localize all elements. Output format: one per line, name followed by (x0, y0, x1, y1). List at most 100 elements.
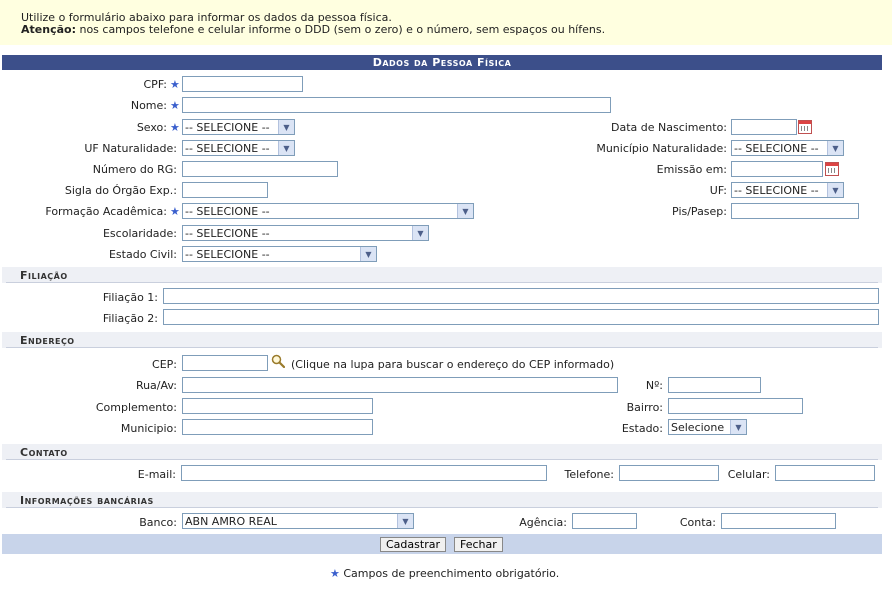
escolaridade-label: Escolaridade: (102, 227, 177, 240)
celular-input[interactable] (775, 465, 875, 481)
banco-section-header: Informações bancárias (2, 492, 882, 508)
municipio-naturalidade-label: Município Naturalidade: (596, 142, 727, 155)
agencia-label: Agência: (519, 516, 567, 529)
escolaridade-select[interactable]: -- SELECIONE -- ▼ (182, 225, 429, 241)
contato-title: Contato (20, 446, 68, 459)
complemento-input[interactable] (182, 398, 373, 414)
calendar-icon[interactable] (798, 120, 812, 134)
cadastrar-button[interactable]: Cadastrar (380, 537, 446, 552)
attention-text: Atenção: nos campos telefone e celular i… (21, 23, 605, 36)
sexo-select-value: -- SELECIONE -- (185, 121, 270, 134)
cpf-input[interactable] (182, 76, 303, 92)
estado-civil-select[interactable]: -- SELECIONE -- ▼ (182, 246, 377, 262)
formacao-select[interactable]: -- SELECIONE -- ▼ (182, 203, 474, 219)
email-input[interactable] (181, 465, 547, 481)
conta-label: Conta: (679, 516, 716, 529)
filiacao1-label: Filiação 1: (102, 291, 158, 304)
chevron-down-icon[interactable]: ▼ (360, 247, 376, 261)
emissao-input[interactable] (731, 161, 823, 177)
nome-input[interactable] (182, 97, 611, 113)
attention-label: Atenção: (21, 23, 76, 36)
cpf-label: CPF: (143, 78, 168, 91)
orgao-exp-label: Sigla do Órgão Exp.: (64, 184, 177, 197)
uf-select[interactable]: -- SELECIONE -- ▼ (731, 182, 844, 198)
orgao-exp-input[interactable] (182, 182, 268, 198)
banco-select-value: ABN AMRO REAL (185, 515, 277, 528)
form-title: Dados da Pessoa Física (2, 55, 882, 70)
cep-hint: (Clique na lupa para buscar o endereço d… (291, 358, 615, 371)
pis-input[interactable] (731, 203, 859, 219)
contato-section-header: Contato (2, 444, 882, 460)
sexo-label: Sexo: (136, 121, 167, 134)
numero-input[interactable] (668, 377, 761, 393)
data-nascimento-input[interactable] (731, 119, 797, 135)
telefone-label: Telefone: (564, 468, 615, 481)
municipio-naturalidade-select[interactable]: -- SELECIONE -- ▼ (731, 140, 844, 156)
required-star-icon: ★ (170, 205, 180, 218)
agencia-input[interactable] (572, 513, 637, 529)
chevron-down-icon[interactable]: ▼ (827, 141, 843, 155)
data-nascimento-label: Data de Nascimento: (610, 121, 727, 134)
celular-label: Celular: (727, 468, 770, 481)
instructions-box: Utilize o formulário abaixo para informa… (0, 0, 892, 45)
endereco-section-header: Endereço (2, 332, 882, 348)
rua-label: Rua/Av: (135, 379, 177, 392)
required-star-icon: ★ (170, 78, 180, 91)
cep-label: CEP: (152, 358, 177, 371)
filiacao2-label: Filiação 2: (102, 312, 158, 325)
municipio-naturalidade-value: -- SELECIONE -- (734, 142, 819, 155)
uf-naturalidade-select[interactable]: -- SELECIONE -- ▼ (182, 140, 295, 156)
numero-label: Nº: (645, 379, 663, 392)
chevron-down-icon[interactable]: ▼ (827, 183, 843, 197)
chevron-down-icon[interactable]: ▼ (278, 120, 294, 134)
filiacao2-input[interactable] (163, 309, 879, 325)
uf-select-value: -- SELECIONE -- (734, 184, 819, 197)
uf-naturalidade-value: -- SELECIONE -- (185, 142, 270, 155)
chevron-down-icon[interactable]: ▼ (457, 204, 473, 218)
filiacao-title: Filiação (20, 269, 68, 282)
calendar-icon[interactable] (825, 162, 839, 176)
chevron-down-icon[interactable]: ▼ (278, 141, 294, 155)
pis-label: Pis/Pasep: (672, 205, 727, 218)
escolaridade-select-value: -- SELECIONE -- (185, 227, 270, 240)
uf-naturalidade-label: UF Naturalidade: (84, 142, 177, 155)
telefone-input[interactable] (619, 465, 719, 481)
action-bar: Cadastrar Fechar (2, 534, 882, 554)
municipio-label: Municipio: (120, 422, 177, 435)
estado-label: Estado: (621, 422, 663, 435)
estado-civil-label: Estado Civil: (108, 248, 177, 261)
attention-message: nos campos telefone e celular informe o … (79, 23, 606, 36)
magnifier-icon[interactable] (271, 354, 285, 368)
bairro-input[interactable] (668, 398, 803, 414)
sexo-select[interactable]: -- SELECIONE -- ▼ (182, 119, 295, 135)
municipio-input[interactable] (182, 419, 373, 435)
rg-label: Número do RG: (92, 163, 177, 176)
uf-label: UF: (709, 184, 727, 197)
cep-input[interactable] (182, 355, 268, 371)
chevron-down-icon[interactable]: ▼ (397, 514, 413, 528)
bairro-label: Bairro: (626, 401, 663, 414)
banco-label: Banco: (139, 516, 177, 529)
banco-title: Informações bancárias (20, 494, 154, 507)
estado-select-value: Selecione (671, 421, 725, 434)
required-star-icon: ★ (330, 567, 340, 580)
required-star-icon: ★ (170, 121, 180, 134)
nome-label: Nome: (130, 99, 167, 112)
filiacao1-input[interactable] (163, 288, 879, 304)
chevron-down-icon[interactable]: ▼ (730, 420, 746, 434)
estado-civil-select-value: -- SELECIONE -- (185, 248, 270, 261)
rua-input[interactable] (182, 377, 618, 393)
chevron-down-icon[interactable]: ▼ (412, 226, 428, 240)
conta-input[interactable] (721, 513, 836, 529)
formacao-label: Formação Acadêmica: (45, 205, 167, 218)
required-note-text: Campos de preenchimento obrigatório. (343, 567, 560, 580)
estado-select[interactable]: Selecione ▼ (668, 419, 747, 435)
rg-input[interactable] (182, 161, 338, 177)
filiacao-section-header: Filiação (2, 267, 882, 283)
required-star-icon: ★ (170, 99, 180, 112)
required-note: ★ Campos de preenchimento obrigatório. (330, 567, 559, 580)
fechar-button[interactable]: Fechar (454, 537, 503, 552)
emissao-label: Emissão em: (656, 163, 727, 176)
complemento-label: Complemento: (95, 401, 177, 414)
banco-select[interactable]: ABN AMRO REAL ▼ (182, 513, 414, 529)
